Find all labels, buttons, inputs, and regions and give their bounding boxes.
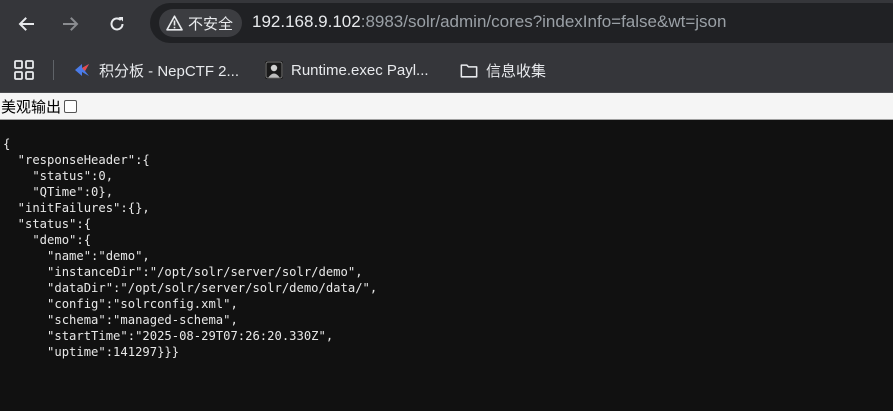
security-label: 不安全 (188, 14, 234, 33)
json-line: "name":"demo", (3, 249, 150, 263)
bookmarks-bar: 积分板 - NepCTF 2... Runtime.exec Payl... 信… (0, 48, 893, 93)
arrow-left-icon (18, 17, 34, 31)
json-text: { "responseHeader":{ "status":0, "QTime"… (0, 120, 893, 360)
json-line: "status":{ (3, 217, 92, 231)
browser-toolbar: 不安全 192.168.9.102:8983/solr/admin/cores?… (0, 0, 893, 48)
warning-triangle-icon (165, 14, 183, 32)
json-line: "uptime":141297}}} (3, 345, 180, 359)
browser-window: 不安全 192.168.9.102:8983/solr/admin/cores?… (0, 0, 893, 411)
security-indicator[interactable]: 不安全 (159, 9, 243, 37)
nepctf-favicon (73, 61, 91, 79)
bookmarks-divider (53, 60, 54, 80)
bookmark-label: 积分板 - NepCTF 2... (99, 62, 240, 80)
pretty-print-label: 美观输出 (1, 97, 62, 116)
folder-icon (460, 61, 478, 79)
bookmark-label: 信息收集 (486, 62, 547, 80)
json-line: "instanceDir":"/opt/solr/server/solr/dem… (3, 265, 363, 279)
json-line: "responseHeader":{ (3, 153, 150, 167)
url-host: 192.168.9.102 (252, 12, 361, 31)
url-text[interactable]: 192.168.9.102:8983/solr/admin/cores?inde… (252, 12, 726, 32)
json-line: "schema":"managed-schema", (3, 313, 238, 327)
json-line: "QTime":0}, (3, 185, 114, 199)
json-line: "initFailures":{}, (3, 201, 150, 215)
bookmark-label: Runtime.exec Payl... (291, 61, 429, 79)
json-viewer-toolbar: 美观输出 (0, 93, 893, 120)
json-line: "demo":{ (3, 233, 92, 247)
reload-button[interactable] (99, 6, 135, 42)
bookmark-folder-info[interactable]: 信息收集 (460, 58, 546, 82)
json-content: { "responseHeader":{ "status":0, "QTime"… (0, 120, 893, 411)
bookmark-nepctf[interactable]: 积分板 - NepCTF 2... (73, 58, 239, 82)
back-button[interactable] (8, 6, 44, 42)
address-bar[interactable]: 不安全 192.168.9.102:8983/solr/admin/cores?… (150, 3, 893, 43)
json-line: { (3, 137, 11, 151)
reload-icon (110, 17, 124, 31)
json-line: "status":0, (3, 169, 114, 183)
runtime-favicon (265, 61, 283, 79)
json-line: "config":"solrconfig.xml", (3, 297, 238, 311)
bookmark-runtime-exec[interactable]: Runtime.exec Payl... (265, 58, 429, 82)
arrow-right-icon (63, 17, 79, 31)
apps-grid-icon[interactable] (13, 59, 35, 81)
url-path: :8983/solr/admin/cores?indexInfo=false&w… (360, 12, 727, 31)
forward-button[interactable] (53, 6, 89, 42)
pretty-print-checkbox[interactable] (64, 99, 78, 113)
json-line: "dataDir":"/opt/solr/server/solr/demo/da… (3, 281, 378, 295)
json-line: "startTime":"2025-08-29T07:26:20.330Z", (3, 329, 334, 343)
